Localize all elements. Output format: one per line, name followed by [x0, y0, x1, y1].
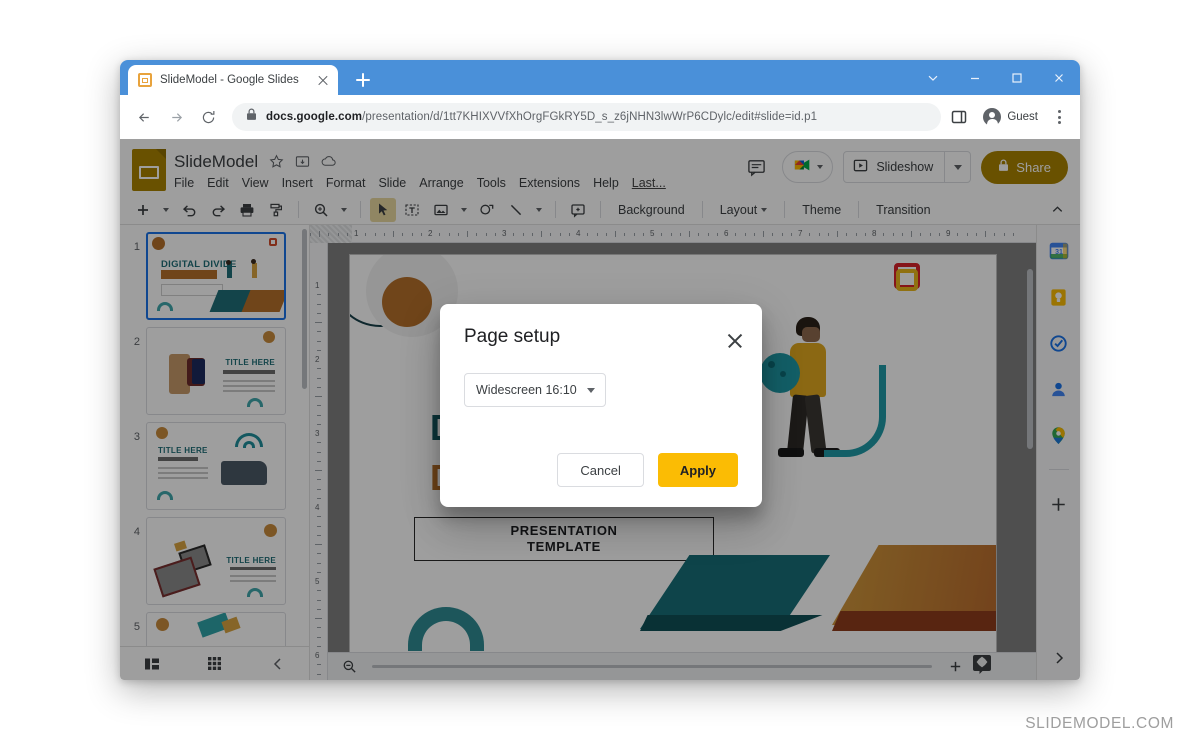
page-setup-dialog: Page setup Widescreen 16:10 Cancel Apply	[440, 304, 762, 507]
address-bar-url: docs.google.com/presentation/d/1tt7KHIXV…	[266, 111, 817, 123]
forward-arrow-icon[interactable]	[162, 103, 190, 131]
browser-tab[interactable]: SlideModel - Google Slides	[128, 65, 338, 95]
profile-label: Guest	[1007, 111, 1038, 123]
watermark: SLIDEMODEL.COM	[1025, 715, 1174, 732]
close-tab-icon[interactable]	[316, 73, 330, 87]
window-controls	[912, 60, 1080, 95]
maximize-icon[interactable]	[996, 60, 1038, 95]
guest-avatar-icon	[983, 108, 1002, 126]
back-arrow-icon[interactable]	[130, 103, 158, 131]
url-path: /presentation/d/1tt7KHIXVVfXhOrgFGkRY5D_…	[362, 111, 818, 123]
minimize-icon[interactable]	[954, 60, 996, 95]
lock-icon	[246, 108, 257, 126]
url-domain: docs.google.com	[266, 111, 363, 123]
chevron-down-icon	[586, 387, 595, 393]
browser-tab-strip: SlideModel - Google Slides	[120, 60, 1080, 95]
browser-toolbar: docs.google.com/presentation/d/1tt7KHIXV…	[120, 95, 1080, 139]
chevron-down-icon[interactable]	[912, 60, 954, 95]
slides-favicon-icon	[138, 73, 152, 87]
apply-button[interactable]: Apply	[657, 453, 738, 487]
dialog-actions: Cancel Apply	[557, 453, 738, 487]
dialog-title: Page setup	[464, 326, 561, 347]
close-window-icon[interactable]	[1038, 60, 1080, 95]
close-icon[interactable]	[724, 330, 746, 352]
reload-icon[interactable]	[194, 103, 222, 131]
browser-tab-title: SlideModel - Google Slides	[160, 74, 299, 86]
address-bar[interactable]: docs.google.com/presentation/d/1tt7KHIXV…	[232, 103, 942, 131]
profile-chip[interactable]: Guest	[977, 106, 1044, 128]
page-size-value: Widescreen 16:10	[476, 383, 577, 397]
chrome-menu-icon[interactable]	[1048, 104, 1070, 130]
side-panel-icon[interactable]	[945, 103, 973, 131]
page-size-select[interactable]: Widescreen 16:10	[464, 373, 606, 407]
cancel-button[interactable]: Cancel	[557, 453, 644, 487]
new-tab-button[interactable]	[352, 69, 374, 91]
screenshot-root: SlideModel - Google Slides docs.google.c…	[0, 0, 1200, 743]
